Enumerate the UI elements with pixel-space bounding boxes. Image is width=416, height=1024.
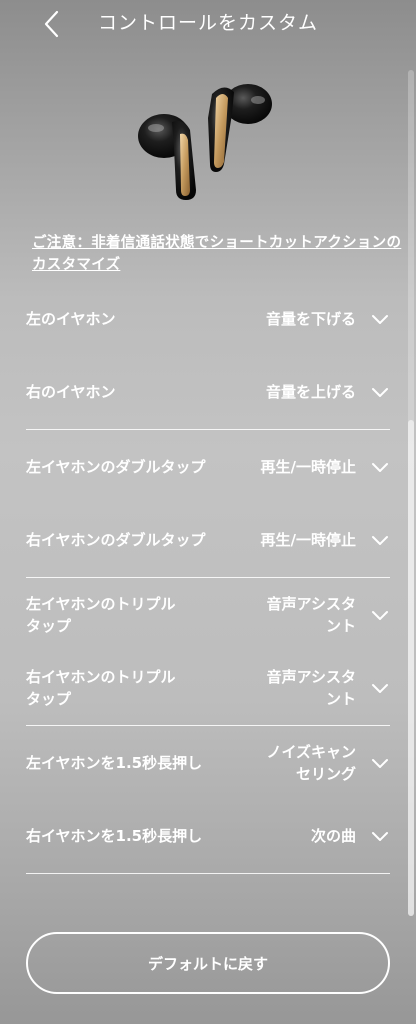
chevron-down-icon [372,611,388,620]
earbuds-image [138,84,272,200]
setting-label: 左イヤホンを1.5秒長押し [26,754,203,772]
setting-value: 再生/一時停止 [260,531,356,549]
setting-label: 右イヤホンのダブルタップ [26,531,206,549]
setting-value: 音量を上げる [265,383,356,401]
setting-row-left-double-tap[interactable]: 左イヤホンのダブルタップ 再生/一時停止 [26,451,390,483]
setting-value: ノイズキャン セリング [266,743,356,783]
setting-row-left-earbud[interactable]: 左のイヤホン 音量を下げる [26,303,390,335]
notice-link[interactable]: ご注意：非着信通話状態でショートカットアクションのカスタマイズ [32,232,402,276]
chevron-down-icon [372,536,388,545]
setting-value: 再生/一時停止 [260,458,356,476]
header-bar: コントロールをカスタム [0,0,416,48]
setting-row-right-double-tap[interactable]: 右イヤホンのダブルタップ 再生/一時停止 [26,524,390,556]
reset-default-button[interactable]: デフォルトに戻す [26,932,390,994]
chevron-down-icon [372,388,388,397]
chevron-down-icon [372,684,388,693]
setting-label: 右イヤホンを1.5秒長押し [26,827,203,845]
setting-row-right-long-press[interactable]: 右イヤホンを1.5秒長押し 次の曲 [26,820,390,852]
setting-row-right-triple-tap[interactable]: 右イヤホンのトリプル タップ 音声アシスタ ント [26,664,390,712]
setting-value: 音声アシスタ ント [266,595,356,635]
setting-label: 左イヤホンのトリプル タップ [26,595,176,635]
section-divider [26,725,390,726]
setting-label: 左のイヤホン [26,310,116,328]
page-title: コントロールをカスタム [97,12,318,34]
setting-row-right-earbud[interactable]: 右のイヤホン 音量を上げる [26,376,390,408]
setting-label: 左イヤホンのダブルタップ [26,458,206,476]
scrollbar-thumb[interactable] [408,420,414,916]
section-divider [26,873,390,874]
setting-value: 次の曲 [310,827,356,845]
setting-value: 音声アシスタ ント [266,668,356,708]
setting-label: 右イヤホンのトリプル タップ [26,668,176,708]
chevron-down-icon [372,832,388,841]
chevron-down-icon [372,463,388,472]
setting-row-left-long-press[interactable]: 左イヤホンを1.5秒長押し ノイズキャン セリング [26,739,390,787]
section-divider [26,429,390,430]
section-divider [26,577,390,578]
setting-row-left-triple-tap[interactable]: 左イヤホンのトリプル タップ 音声アシスタ ント [26,591,390,639]
chevron-down-icon [372,315,388,324]
setting-value: 音量を下げる [265,310,356,328]
setting-label: 右のイヤホン [26,383,116,401]
chevron-down-icon [372,759,388,768]
